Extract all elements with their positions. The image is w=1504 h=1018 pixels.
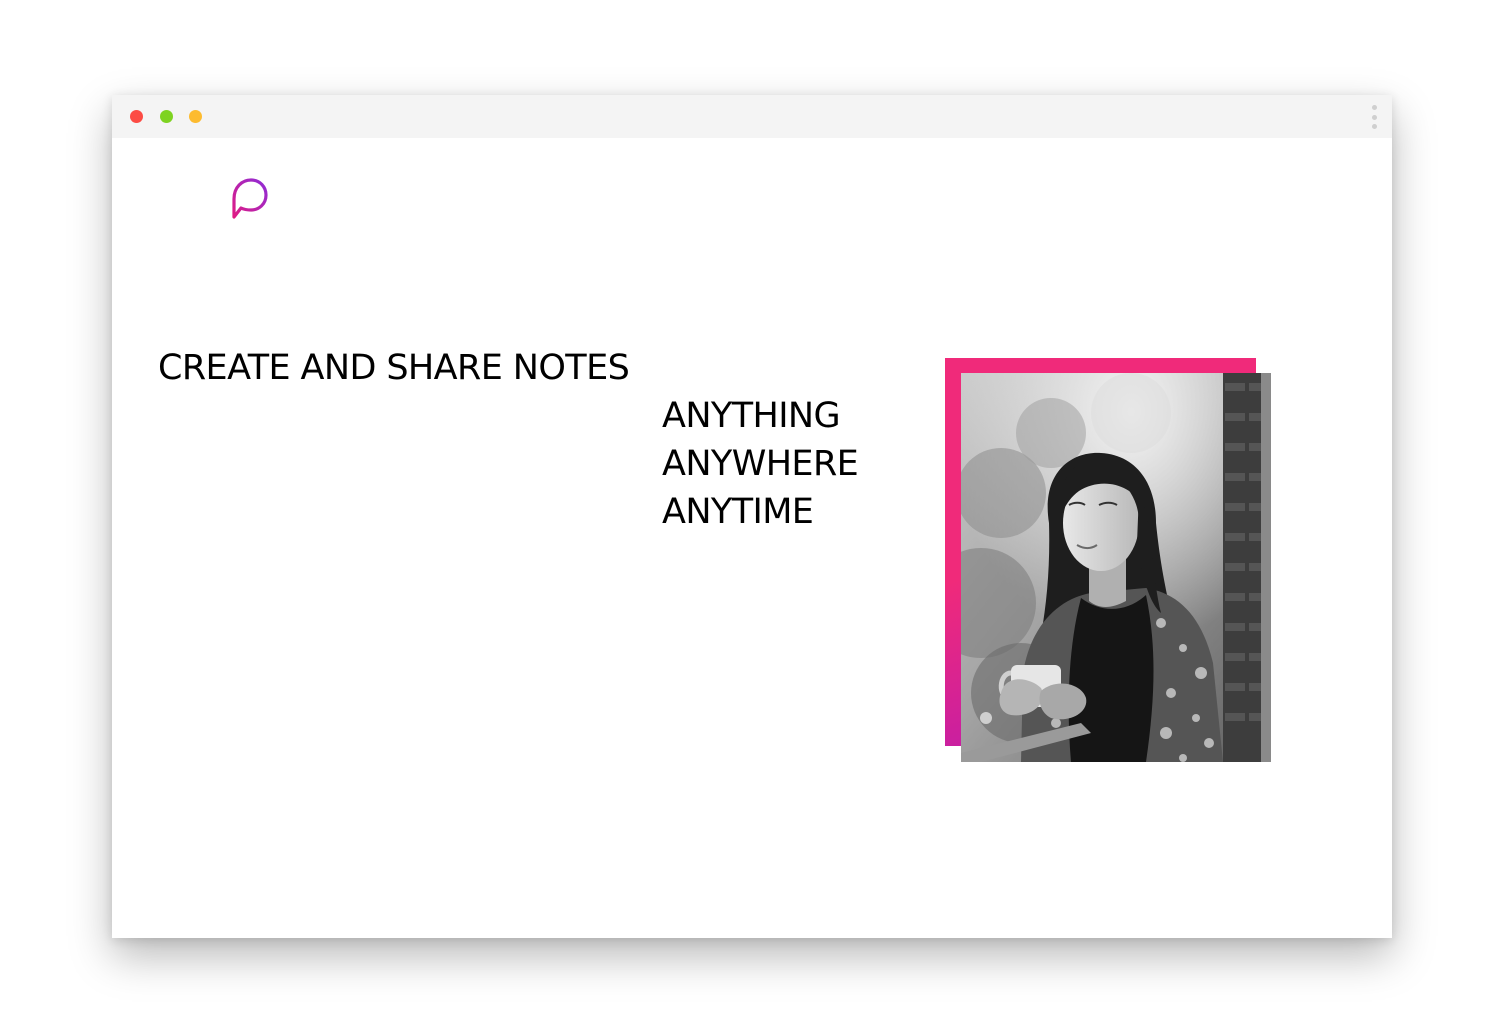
hero-taglines: ANYTHING ANYWHERE ANYTIME	[662, 392, 859, 536]
hero-headline: CREATE AND SHARE NOTES	[158, 348, 630, 388]
tagline-anytime: ANYTIME	[662, 492, 814, 532]
minimize-window-button[interactable]	[160, 110, 173, 123]
tagline-anywhere: ANYWHERE	[662, 444, 859, 484]
zoom-window-button[interactable]	[189, 110, 202, 123]
hero-photo	[961, 373, 1271, 762]
speech-bubble-logo-icon[interactable]	[230, 177, 270, 221]
tagline-anything: ANYTHING	[662, 396, 841, 436]
title-bar	[112, 95, 1392, 138]
kebab-menu-icon[interactable]	[1370, 105, 1378, 129]
browser-window: CREATE AND SHARE NOTES ANYTHING ANYWHERE…	[112, 95, 1392, 938]
close-window-button[interactable]	[130, 110, 143, 123]
